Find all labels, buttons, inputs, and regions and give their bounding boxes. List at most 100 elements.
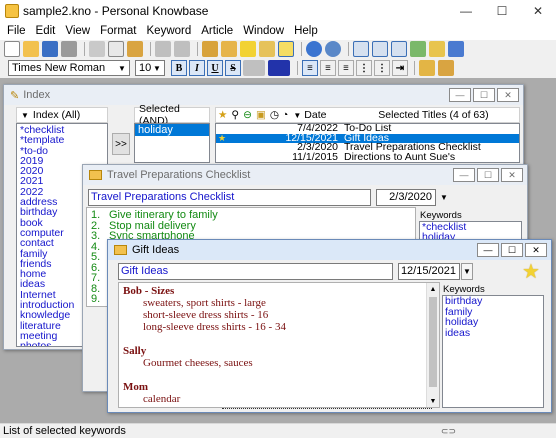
checklist-number: 1. bbox=[91, 209, 101, 221]
index-minimize-button[interactable]: — bbox=[449, 88, 471, 102]
menu-edit[interactable]: Edit bbox=[31, 25, 61, 37]
gift-keyword-item[interactable]: birthday bbox=[445, 296, 543, 307]
font-color-icon[interactable] bbox=[268, 60, 290, 76]
chevron-down-icon[interactable]: ▼ bbox=[461, 263, 473, 280]
keyword-list-header[interactable]: ▼ Index (All) bbox=[16, 107, 108, 123]
menu-view[interactable]: View bbox=[60, 25, 95, 37]
travel-maximize-button[interactable]: ☐ bbox=[477, 168, 499, 182]
align-center-button[interactable]: ≡ bbox=[320, 60, 336, 76]
copy-icon[interactable] bbox=[108, 41, 124, 57]
menu-article[interactable]: Article bbox=[196, 25, 238, 37]
scroll-up-icon[interactable]: ▲ bbox=[427, 283, 439, 295]
lock-column-icon: ▣ bbox=[255, 109, 266, 121]
keyword-header-label: Index (All) bbox=[32, 109, 81, 121]
menu-help[interactable]: Help bbox=[289, 25, 323, 37]
font-name-value: Times New Roman bbox=[12, 62, 106, 74]
title-row-date: 11/1/2015 bbox=[292, 150, 338, 163]
menu-keyword[interactable]: Keyword bbox=[142, 25, 197, 37]
paste-icon[interactable] bbox=[127, 41, 143, 57]
strikethrough-button[interactable]: S bbox=[225, 60, 241, 76]
save-icon[interactable] bbox=[42, 41, 58, 57]
numbering-button[interactable]: ⋮ bbox=[374, 60, 390, 76]
splitter-handle[interactable] bbox=[222, 408, 432, 412]
indent-button[interactable]: ⇥ bbox=[392, 60, 408, 76]
italic-button[interactable]: I bbox=[189, 60, 205, 76]
selected-keyword-list[interactable]: holiday bbox=[134, 123, 210, 163]
redo-icon[interactable] bbox=[174, 41, 190, 57]
font-name-select[interactable]: Times New Roman ▼ bbox=[8, 60, 130, 76]
tile-windows-icon[interactable] bbox=[372, 41, 388, 57]
favorite-star-icon: ★ bbox=[218, 132, 227, 143]
bullets-button[interactable]: ⋮ bbox=[356, 60, 372, 76]
spellcheck-icon[interactable] bbox=[410, 41, 426, 57]
note-icon bbox=[89, 170, 102, 180]
gift-date-input[interactable]: 12/15/2021 bbox=[398, 263, 460, 280]
article-icon[interactable] bbox=[221, 41, 237, 57]
body-line: sweaters, sport shirts - large bbox=[143, 297, 266, 309]
font-size-select[interactable]: 10 ▼ bbox=[135, 60, 165, 76]
insert-image-icon[interactable] bbox=[419, 60, 435, 76]
index-window-icon[interactable] bbox=[353, 41, 369, 57]
travel-close-button[interactable]: ✕ bbox=[501, 168, 523, 182]
underline-button[interactable]: U bbox=[207, 60, 223, 76]
open-folder-icon[interactable] bbox=[23, 41, 39, 57]
chevron-down-icon[interactable]: ▼ bbox=[438, 189, 450, 206]
titles-list[interactable]: 7/4/2022 To-Do List ★ 12/15/2021 Gift Ideas 2… bbox=[215, 123, 520, 163]
undo-icon[interactable] bbox=[155, 41, 171, 57]
body-line: long-sleeve dress shirts - 16 - 34 bbox=[143, 321, 286, 333]
index-maximize-button[interactable]: ☐ bbox=[473, 88, 495, 102]
gift-close-button[interactable]: ✕ bbox=[525, 243, 547, 257]
bold-button[interactable]: B bbox=[171, 60, 187, 76]
align-left-button[interactable]: ≡ bbox=[302, 60, 318, 76]
checklist-line: 1. Give itinerary to family bbox=[91, 210, 411, 221]
gift-keyword-item[interactable]: ideas bbox=[445, 327, 543, 339]
close-button[interactable]: ✕ bbox=[520, 0, 556, 22]
cut-icon[interactable] bbox=[89, 41, 105, 57]
insert-link-icon[interactable] bbox=[438, 60, 454, 76]
gift-keyword-item[interactable]: holiday bbox=[445, 317, 543, 328]
titles-column-header[interactable]: Selected Titles (4 of 63) bbox=[378, 109, 488, 121]
print-icon[interactable] bbox=[61, 41, 77, 57]
gift-keyword-list[interactable]: birthday family holiday ideas bbox=[442, 295, 544, 408]
title-row[interactable]: 11/1/2015 Directions to Aunt Sue's bbox=[216, 150, 519, 163]
body-line: short-sleeve dress shirts - 16 bbox=[143, 309, 269, 321]
index-close-button[interactable]: ✕ bbox=[497, 88, 519, 102]
keyword-icon[interactable] bbox=[202, 41, 218, 57]
toolbar-divider bbox=[348, 42, 349, 56]
scroll-down-icon[interactable]: ▼ bbox=[427, 395, 439, 407]
bookmark-star-icon[interactable] bbox=[278, 41, 294, 57]
gift-minimize-button[interactable]: — bbox=[477, 243, 499, 257]
date-column-header[interactable]: Date bbox=[304, 109, 358, 121]
favorite-star-icon[interactable] bbox=[240, 41, 256, 57]
help-icon[interactable] bbox=[306, 41, 322, 57]
vertical-scrollbar[interactable]: ▲ ▼ bbox=[426, 283, 439, 407]
favorite-star-icon[interactable]: ★ bbox=[522, 262, 540, 282]
app-title: sample2.kno - Personal Knowbase bbox=[23, 4, 209, 18]
import-icon[interactable] bbox=[448, 41, 464, 57]
add-keyword-button[interactable]: >> bbox=[112, 133, 130, 155]
menu-format[interactable]: Format bbox=[95, 25, 141, 37]
highlight-pen-icon[interactable] bbox=[243, 60, 265, 76]
title-row-title: Directions to Aunt Sue's bbox=[344, 150, 456, 163]
travel-keyword-list[interactable]: *checklist holiday bbox=[419, 221, 522, 241]
align-right-button[interactable]: ≡ bbox=[338, 60, 354, 76]
travel-title-input[interactable]: Travel Preparations Checklist bbox=[88, 189, 371, 206]
maximize-button[interactable]: ☐ bbox=[484, 0, 520, 22]
sort-down-icon: ▼ bbox=[21, 110, 29, 120]
scrollbar-thumb[interactable] bbox=[429, 297, 437, 387]
folder-icon[interactable] bbox=[259, 41, 275, 57]
sort-down-icon: ▼ bbox=[293, 110, 302, 120]
gift-title-input[interactable]: Gift Ideas bbox=[118, 263, 393, 280]
selected-keyword[interactable]: holiday bbox=[135, 124, 209, 136]
cascade-windows-icon[interactable] bbox=[391, 41, 407, 57]
menu-file[interactable]: File bbox=[2, 25, 31, 37]
travel-date-input[interactable]: 2/3/2020 bbox=[376, 189, 436, 206]
gift-maximize-button[interactable]: ☐ bbox=[501, 243, 523, 257]
search-icon[interactable] bbox=[429, 41, 445, 57]
travel-minimize-button[interactable]: — bbox=[453, 168, 475, 182]
minimize-button[interactable]: — bbox=[448, 0, 484, 22]
new-file-icon[interactable] bbox=[4, 41, 20, 57]
menu-window[interactable]: Window bbox=[238, 25, 289, 37]
gift-body-editor[interactable]: Bob - Sizes sweaters, sport shirts - lar… bbox=[118, 282, 440, 408]
about-icon[interactable] bbox=[325, 41, 341, 57]
